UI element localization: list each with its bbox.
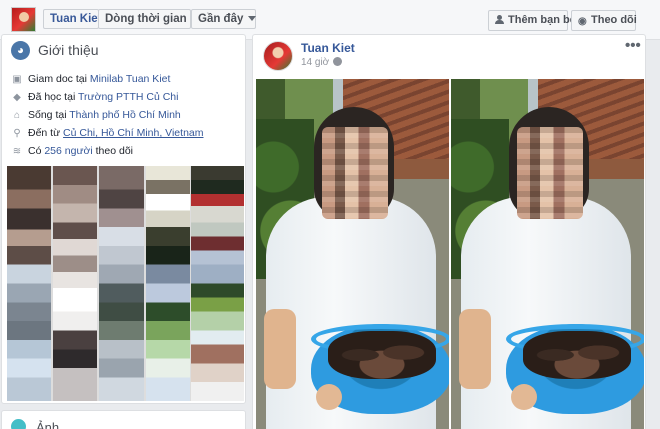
photos-icon: [11, 419, 26, 429]
pixelated-face: [517, 127, 583, 219]
intro-from-link[interactable]: Củ Chi, Hồ Chí Minh, Vietnam: [63, 127, 203, 139]
post-time-label: 14 giờ: [301, 57, 330, 68]
intro-followers-suffix: theo dõi: [92, 145, 134, 157]
post-options-icon[interactable]: •••: [625, 37, 641, 54]
add-friend-icon: [495, 15, 505, 24]
photo-person-hand: [316, 384, 342, 410]
photo-person-arm: [264, 309, 296, 389]
post-author-avatar[interactable]: [263, 41, 293, 71]
photos-card-title: Ảnh: [36, 420, 60, 429]
add-friend-label: Thêm bạn bè: [508, 14, 576, 26]
profile-avatar-small[interactable]: [11, 7, 36, 32]
profile-name-button[interactable]: Tuan Kiet: [43, 9, 102, 29]
post-timestamp[interactable]: 14 giờ: [301, 57, 343, 68]
intro-from-prefix: Đến từ: [28, 127, 64, 139]
timeline-dropdown-label: Dòng thời gian: [105, 13, 187, 25]
recent-dropdown-label: Gần đây: [198, 13, 244, 25]
rss-icon: ◉: [578, 16, 587, 27]
intro-followers-link[interactable]: 256 người: [44, 145, 92, 157]
featured-photo[interactable]: [191, 166, 244, 401]
basin-contents: [328, 331, 436, 379]
globe-icon: ◕: [11, 41, 30, 60]
intro-education: ◆ Đã học tại Trường PTTH Củ Chi: [11, 91, 178, 105]
timeline-dropdown[interactable]: Dòng thời gian: [98, 9, 200, 29]
photo-person-hand: [511, 384, 537, 410]
intro-education-prefix: Đã học tại: [28, 91, 79, 103]
intro-title: Giới thiệu: [38, 42, 99, 58]
featured-photo[interactable]: [7, 166, 51, 401]
intro-work-link[interactable]: Minilab Tuan Kiet: [90, 73, 171, 85]
post-card: Tuan Kiet 14 giờ •••: [252, 34, 646, 429]
home-icon: ⌂: [13, 110, 21, 121]
photos-card: Ảnh: [1, 410, 246, 429]
intro-lives-link[interactable]: Thành phố Hồ Chí Minh: [69, 109, 180, 121]
post-photo[interactable]: [451, 79, 644, 429]
basin-contents: [523, 331, 631, 379]
recent-dropdown[interactable]: Gần đây: [191, 9, 257, 29]
intro-work: ▣ Giam doc tại Minilab Tuan Kiet: [11, 73, 170, 87]
featured-photo[interactable]: [99, 166, 144, 401]
featured-photo[interactable]: [146, 166, 190, 401]
intro-followers-prefix: Có: [28, 145, 45, 157]
chevron-down-icon: [248, 16, 257, 22]
post-author-name[interactable]: Tuan Kiet: [301, 41, 355, 55]
rss-icon: ≋: [12, 146, 22, 157]
add-friend-button[interactable]: Thêm bạn bè: [488, 10, 576, 31]
location-pin-icon: ⚲: [13, 128, 21, 139]
intro-lives-in: ⌂ Sống tại Thành phố Hồ Chí Minh: [11, 109, 181, 123]
intro-lives-prefix: Sống tại: [28, 109, 70, 121]
featured-photos-grid: [7, 166, 244, 401]
pixelated-face: [322, 127, 388, 219]
featured-photo[interactable]: [53, 166, 97, 401]
photo-person-arm: [459, 309, 491, 389]
intro-card: ◕ Giới thiệu ▣ Giam doc tại Minilab Tuan …: [1, 34, 246, 404]
intro-followers: ≋ Có 256 người theo dõi: [11, 145, 133, 159]
graduation-cap-icon: ◆: [13, 92, 21, 103]
follow-label: Theo dõi: [591, 14, 637, 26]
follow-button[interactable]: ◉ Theo dõi: [571, 10, 637, 31]
intro-education-link[interactable]: Trường PTTH Củ Chi: [78, 91, 178, 103]
briefcase-icon: ▣: [12, 74, 22, 85]
public-globe-icon: [333, 57, 343, 66]
post-photo[interactable]: [256, 79, 449, 429]
intro-work-prefix: Giam doc tại: [28, 73, 90, 85]
intro-from: ⚲ Đến từ Củ Chi, Hồ Chí Minh, Vietnam: [11, 127, 203, 141]
